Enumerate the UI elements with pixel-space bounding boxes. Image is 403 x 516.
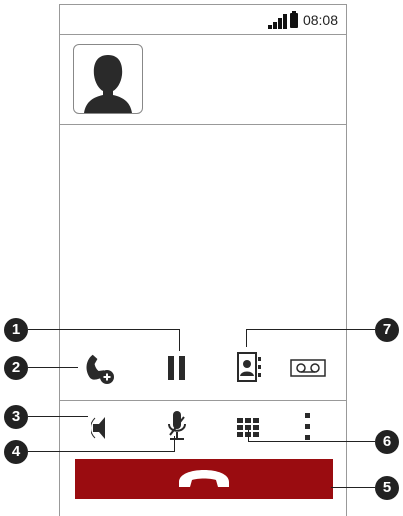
callout-vline-1 xyxy=(179,329,180,351)
callout-line-7 xyxy=(246,329,375,330)
call-controls-row-2 xyxy=(60,401,346,457)
status-bar: 08:08 xyxy=(60,5,346,35)
callout-badge-6: 6 xyxy=(375,430,399,454)
callout-line-4 xyxy=(28,451,174,452)
speaker-icon xyxy=(91,417,105,439)
callout-badge-3: 3 xyxy=(4,405,28,429)
callout-line-6 xyxy=(248,441,375,442)
callout-badge-2: 2 xyxy=(4,356,28,380)
callout-badge-7: 7 xyxy=(375,318,399,342)
more-vertical-icon xyxy=(305,413,310,440)
end-call-button[interactable] xyxy=(75,459,333,499)
record-button[interactable] xyxy=(288,353,328,383)
add-call-icon xyxy=(86,354,114,384)
voicemail-icon xyxy=(290,359,326,377)
battery-icon xyxy=(290,11,298,28)
callout-line-5 xyxy=(331,487,375,488)
hang-up-icon xyxy=(179,470,229,487)
callout-line-1 xyxy=(28,329,179,330)
callout-vline-4 xyxy=(174,436,175,452)
add-call-button[interactable] xyxy=(78,351,118,385)
callout-vline-7 xyxy=(246,329,247,347)
contact-header xyxy=(60,35,346,125)
speaker-button[interactable] xyxy=(88,411,112,445)
callout-badge-4: 4 xyxy=(4,440,28,464)
contacts-button[interactable] xyxy=(232,349,266,385)
pause-icon xyxy=(168,356,185,380)
mute-button[interactable] xyxy=(164,407,190,447)
callout-line-3 xyxy=(28,416,88,417)
contact-avatar[interactable] xyxy=(73,44,143,114)
call-controls-row-1 xyxy=(60,335,346,401)
contacts-icon xyxy=(237,352,261,382)
clock: 08:08 xyxy=(302,12,338,28)
signal-strength-icon xyxy=(268,14,287,29)
contact-silhouette-icon xyxy=(84,55,132,113)
more-options-button[interactable] xyxy=(298,411,318,443)
callout-line-2 xyxy=(28,367,78,368)
hold-button[interactable] xyxy=(160,351,194,385)
callout-vline-6 xyxy=(248,430,249,442)
phone-screen: 08:08 xyxy=(59,4,347,516)
callout-badge-5: 5 xyxy=(375,476,399,500)
mute-microphone-icon xyxy=(168,411,186,440)
callout-badge-1: 1 xyxy=(4,318,28,342)
